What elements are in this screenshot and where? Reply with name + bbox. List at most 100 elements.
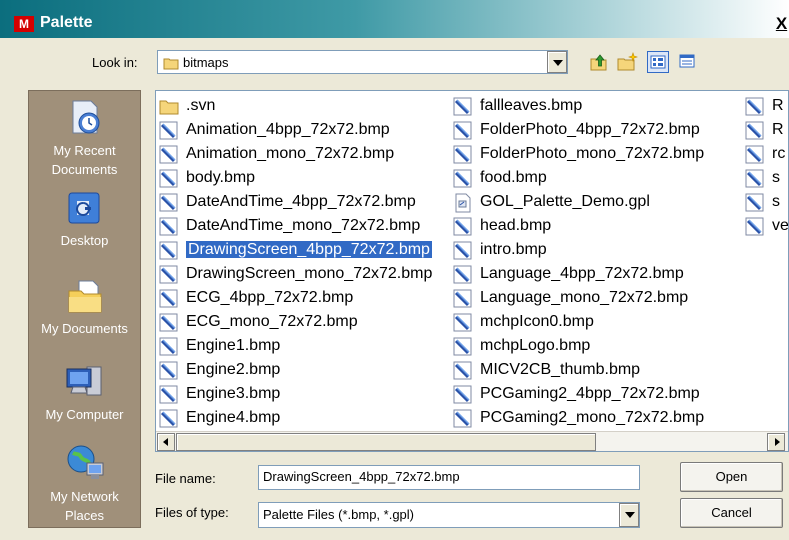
file-item[interactable]: R <box>742 94 784 118</box>
file-name: s <box>772 193 780 210</box>
files-of-type-dropdown-button[interactable] <box>619 503 639 527</box>
file-item[interactable]: ve <box>742 214 789 238</box>
file-item[interactable]: MICV2CB_thumb.bmp <box>450 358 640 382</box>
file-name: Engine1.bmp <box>186 337 281 354</box>
file-name: DateAndTime_mono_72x72.bmp <box>186 217 421 234</box>
open-button[interactable]: Open <box>680 462 783 492</box>
file-name: Engine2.bmp <box>186 361 281 378</box>
app-logo-icon: M <box>14 16 34 32</box>
file-item[interactable]: FolderPhoto_4bpp_72x72.bmp <box>450 118 700 142</box>
file-name-label: File name: <box>155 471 216 486</box>
file-item[interactable]: body.bmp <box>156 166 255 190</box>
file-name: PCGaming2_mono_72x72.bmp <box>480 409 705 426</box>
scroll-thumb[interactable] <box>176 433 596 451</box>
file-item[interactable]: Animation_4bpp_72x72.bmp <box>156 118 390 142</box>
place-my-computer[interactable]: My Computer <box>29 363 140 424</box>
new-folder-icon <box>617 52 638 71</box>
place-label: My Network Places <box>50 489 119 523</box>
file-name: fallleaves.bmp <box>480 97 583 114</box>
clock-doc-icon <box>72 100 99 134</box>
file-item[interactable]: DateAndTime_4bpp_72x72.bmp <box>156 190 416 214</box>
files-of-type-label: Files of type: <box>155 505 229 520</box>
view-details-icon <box>679 54 695 68</box>
place-my-recent-documents[interactable]: My Recent Documents <box>29 97 140 179</box>
details-view-button[interactable] <box>677 51 699 73</box>
bitmap-file-icon <box>159 409 179 437</box>
file-item[interactable]: FolderPhoto_mono_72x72.bmp <box>450 142 704 166</box>
file-item[interactable]: s <box>742 190 780 214</box>
bitmap-file-icon <box>453 409 473 437</box>
file-item[interactable]: R <box>742 118 784 142</box>
file-name: ve <box>772 217 789 234</box>
file-name: FolderPhoto_mono_72x72.bmp <box>480 145 705 162</box>
file-name: Engine3.bmp <box>186 385 281 402</box>
file-name: Language_mono_72x72.bmp <box>480 289 689 306</box>
file-item[interactable]: DateAndTime_mono_72x72.bmp <box>156 214 420 238</box>
file-item[interactable]: fallleaves.bmp <box>450 94 582 118</box>
scroll-right-button[interactable] <box>767 433 785 451</box>
file-name: MICV2CB_thumb.bmp <box>480 361 641 378</box>
file-name: DateAndTime_4bpp_72x72.bmp <box>186 193 416 210</box>
title-bar[interactable]: M Palette X <box>0 0 789 38</box>
bitmap-file-icon <box>745 217 765 245</box>
file-name: mchpIcon0.bmp <box>480 313 594 330</box>
look-in-dropdown[interactable]: bitmaps <box>157 50 568 74</box>
place-label: My Recent Documents <box>51 143 118 177</box>
file-name: intro.bmp <box>480 241 547 258</box>
file-item[interactable]: rc <box>742 142 785 166</box>
file-item[interactable]: Engine1.bmp <box>156 334 280 358</box>
file-name: ECG_mono_72x72.bmp <box>186 313 358 330</box>
file-name: R <box>772 97 784 114</box>
folder-icon <box>163 56 179 73</box>
file-item[interactable]: GOL_Palette_Demo.gpl <box>450 190 650 214</box>
file-item[interactable]: s <box>742 166 780 190</box>
file-item[interactable]: mchpIcon0.bmp <box>450 310 594 334</box>
look-in-label: Look in: <box>92 55 138 70</box>
file-item[interactable]: Language_mono_72x72.bmp <box>450 286 688 310</box>
file-name: Animation_mono_72x72.bmp <box>186 145 395 162</box>
file-name: food.bmp <box>480 169 547 186</box>
file-name: mchpLogo.bmp <box>480 337 591 354</box>
file-list[interactable]: .svn Animation_4bpp_72x72.bmp Animation_mo… <box>155 90 789 452</box>
files-of-type-value: Palette Files (*.bmp, *.gpl) <box>263 507 415 522</box>
file-name: head.bmp <box>480 217 552 234</box>
file-item[interactable]: Engine4.bmp <box>156 406 280 430</box>
file-item[interactable]: head.bmp <box>450 214 551 238</box>
file-name: FolderPhoto_4bpp_72x72.bmp <box>480 121 700 138</box>
file-item[interactable]: .svn <box>156 94 215 118</box>
look-in-dropdown-button[interactable] <box>547 51 567 73</box>
file-item[interactable]: ECG_mono_72x72.bmp <box>156 310 358 334</box>
file-item[interactable]: food.bmp <box>450 166 547 190</box>
file-item[interactable]: intro.bmp <box>450 238 547 262</box>
file-name: GOL_Palette_Demo.gpl <box>480 193 650 210</box>
up-folder-icon <box>590 54 607 71</box>
file-name: s <box>772 169 780 186</box>
up-folder-button[interactable] <box>588 51 610 73</box>
file-item[interactable]: PCGaming2_4bpp_72x72.bmp <box>450 382 700 406</box>
new-folder-button[interactable] <box>616 51 638 73</box>
place-label: My Computer <box>45 407 124 422</box>
file-item[interactable]: Language_4bpp_72x72.bmp <box>450 262 684 286</box>
file-item[interactable]: DrawingScreen_mono_72x72.bmp <box>156 262 432 286</box>
place-my-network-places[interactable]: My Network Places <box>29 443 140 525</box>
cancel-button[interactable]: Cancel <box>680 498 783 528</box>
file-item[interactable]: DrawingScreen_4bpp_72x72.bmp <box>156 238 432 262</box>
file-item[interactable]: mchpLogo.bmp <box>450 334 590 358</box>
file-name: .svn <box>186 97 216 114</box>
file-item[interactable]: ECG_4bpp_72x72.bmp <box>156 286 353 310</box>
file-name-input[interactable]: DrawingScreen_4bpp_72x72.bmp <box>258 465 640 490</box>
file-item[interactable]: Engine3.bmp <box>156 382 280 406</box>
place-desktop[interactable]: Desktop <box>29 191 140 250</box>
place-label: My Documents <box>41 321 128 336</box>
files-of-type-dropdown[interactable]: Palette Files (*.bmp, *.gpl) <box>258 502 640 528</box>
file-name: Engine4.bmp <box>186 409 281 426</box>
file-item[interactable]: PCGaming2_mono_72x72.bmp <box>450 406 704 430</box>
view-menu-button[interactable] <box>647 51 669 73</box>
file-name: R <box>772 121 784 138</box>
file-name: PCGaming2_4bpp_72x72.bmp <box>480 385 700 402</box>
file-item[interactable]: Engine2.bmp <box>156 358 280 382</box>
place-my-documents[interactable]: My Documents <box>29 277 140 338</box>
file-name: Language_4bpp_72x72.bmp <box>480 265 684 282</box>
close-button[interactable]: X <box>774 14 789 34</box>
file-item[interactable]: Animation_mono_72x72.bmp <box>156 142 394 166</box>
